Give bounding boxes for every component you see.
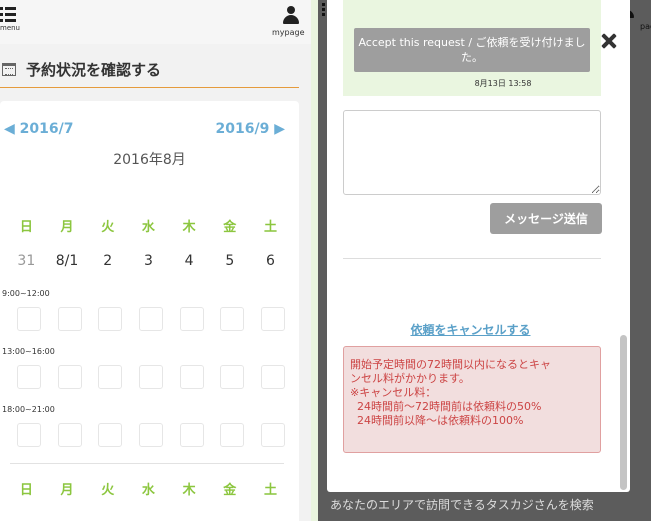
slot-checkbox[interactable] (261, 365, 286, 389)
time-slot-label: 13:00~16:00 (2, 347, 55, 356)
divider (10, 463, 284, 464)
calendar-card: ◀ 2016/7 2016/9 ▶ 2016年8月 日 月 火 水 木 金 土 … (0, 101, 299, 521)
slot-checkbox[interactable] (261, 307, 286, 331)
weekday-label: 木 (182, 220, 196, 235)
message-bubble: Accept this request / ご依頼を受け付けました。 8月13日… (343, 0, 601, 96)
weekday-label: 土 (263, 220, 277, 235)
page-title: 予約状況を確認する (26, 61, 162, 79)
date-cell: 2 (103, 253, 113, 269)
mypage-label: mypage (272, 28, 305, 37)
menu-button[interactable]: menu (0, 7, 30, 37)
weekday-label: 月 (60, 483, 74, 498)
date-cell: 3 (143, 253, 153, 269)
weekday-header: 日 月 火 水 木 金 土 (0, 479, 299, 498)
slot-checkbox[interactable] (57, 423, 82, 447)
slot-checkbox[interactable] (98, 365, 123, 389)
warning-line: 開始予定時間の72時間以内になるとキャ (350, 358, 551, 371)
user-icon (283, 6, 299, 24)
weekday-label: 水 (141, 483, 155, 498)
weekday-label: 火 (101, 483, 115, 498)
slot-checkbox[interactable] (179, 307, 204, 331)
cancellation-warning: 開始予定時間の72時間以内になるとキャ ンセル料がかかります。 ※キャンセル料：… (343, 346, 601, 453)
message-timestamp: 8月13日 13:58 (343, 78, 601, 89)
slot-checkbox[interactable] (139, 365, 164, 389)
date-cell: 31 (17, 253, 36, 269)
slot-checkbox[interactable] (220, 423, 245, 447)
section-header: 予約状況を確認する (0, 50, 299, 88)
mypage-button[interactable]: mypage (270, 6, 310, 40)
prev-month-link[interactable]: ◀ 2016/7 (4, 121, 73, 137)
slot-checkbox[interactable] (17, 307, 41, 331)
slot-checkbox[interactable] (261, 423, 286, 447)
close-icon[interactable] (601, 33, 617, 49)
slot-checkbox[interactable] (179, 423, 204, 447)
weekday-label: 月 (60, 220, 74, 235)
accept-tooltip: Accept this request / ご依頼を受け付けました。 (354, 28, 590, 72)
left-panel: menu mypage 予約状況を確認する ◀ 2016/7 2016/9 ▶ … (0, 0, 311, 521)
mypage-label: page (640, 22, 651, 31)
weekday-header: 日 月 火 水 木 金 土 (0, 216, 299, 235)
slot-row (0, 307, 302, 331)
menu-label: menu (0, 24, 20, 32)
slot-checkbox[interactable] (220, 307, 245, 331)
divider (343, 258, 601, 259)
top-bar: menu mypage (0, 0, 311, 44)
date-cell: 8/1 (55, 253, 79, 269)
weekday-label: 金 (223, 220, 237, 235)
warning-line: ※キャンセル料： (350, 386, 437, 399)
weekday-label: 木 (182, 483, 196, 498)
slot-checkbox[interactable] (139, 423, 164, 447)
slot-checkbox[interactable] (98, 423, 123, 447)
weekday-label: 火 (101, 220, 115, 235)
weekday-label: 金 (223, 483, 237, 498)
time-slot-label: 18:00~21:00 (2, 405, 55, 414)
slot-row (0, 423, 302, 447)
date-cell: 5 (225, 253, 235, 269)
timestamp-text: 8月13日 13:58 (474, 79, 532, 88)
calendar-icon (2, 63, 16, 76)
weekday-label: 土 (263, 483, 277, 498)
menu-icon (0, 7, 16, 23)
send-message-button[interactable]: メッセージ送信 (490, 203, 602, 234)
weekday-label: 日 (19, 483, 33, 498)
month-title: 2016年8月 (113, 152, 186, 168)
weekday-label: 水 (141, 220, 155, 235)
slot-checkbox[interactable] (57, 365, 82, 389)
request-modal: Accept this request / ご依頼を受け付けました。 8月13日… (327, 0, 630, 492)
date-cell: 6 (266, 253, 275, 269)
cancel-request-link[interactable]: 依頼をキャンセルする (327, 321, 614, 338)
slot-checkbox[interactable] (17, 365, 41, 389)
slot-checkbox[interactable] (220, 365, 245, 389)
warning-line: 24時間前以降〜は依頼料の100% (350, 414, 524, 427)
time-slot-label: 9:00~12:00 (2, 289, 50, 298)
slot-checkbox[interactable] (57, 307, 82, 331)
warning-line: ンセル料がかかります。 (350, 372, 470, 385)
slot-checkbox[interactable] (17, 423, 41, 447)
message-textarea[interactable] (343, 110, 601, 195)
next-month-link[interactable]: 2016/9 ▶ (216, 121, 285, 137)
warning-line: 24時間前〜72時間前は依頼料の50% (350, 400, 542, 413)
scrollbar-thumb[interactable] (620, 335, 627, 490)
slot-checkbox[interactable] (179, 365, 204, 389)
slot-checkbox[interactable] (139, 307, 164, 331)
background-search-text: あなたのエリアで訪問できるタスカジさんを検索 (330, 498, 594, 512)
date-row: 31 8/1 2 3 4 5 6 (0, 253, 299, 269)
slot-row (0, 365, 302, 389)
date-cell: 4 (184, 253, 194, 269)
weekday-label: 日 (19, 220, 33, 235)
slot-checkbox[interactable] (98, 307, 123, 331)
